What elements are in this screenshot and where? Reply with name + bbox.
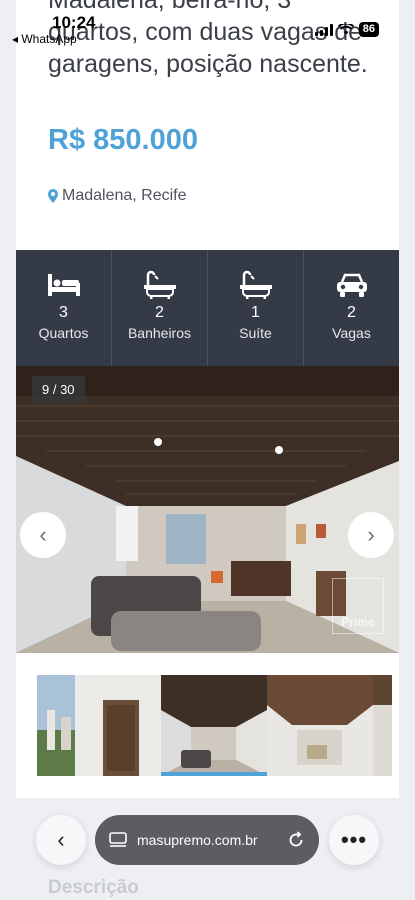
address-bar[interactable]: masupremo.com.br [95, 815, 319, 865]
bed-icon [47, 274, 80, 296]
thumbnail[interactable] [267, 675, 373, 776]
photo-gallery[interactable]: 9 / 30 ‹ › Prime [16, 366, 399, 653]
feature-value: 2 [347, 304, 356, 321]
feature-banheiros: 2 Banheiros [112, 250, 208, 366]
watermark-logo: Prime [332, 578, 384, 634]
battery-indicator: 86 [358, 22, 379, 37]
feature-value: 1 [251, 304, 260, 321]
feature-value: 2 [155, 304, 164, 321]
location-text: Madalena, Recife [62, 187, 187, 204]
thumbnail-image [81, 675, 161, 776]
signal-icon [314, 23, 333, 36]
feature-quartos: 3 Quartos [16, 250, 112, 366]
feature-suite: 1 Suíte [208, 250, 304, 366]
feature-label: Suíte [239, 325, 272, 341]
reload-icon[interactable] [287, 831, 305, 849]
car-icon [336, 273, 367, 297]
wifi-icon [337, 23, 354, 35]
status-bar: 10:24 ◂ WhatsApp 86 [0, 0, 415, 48]
thumbnail[interactable] [373, 675, 392, 776]
photo-counter: 9 / 30 [32, 376, 85, 403]
features-bar: 3 Quartos 2 Banheiros 1 Suíte 2 Vagas [16, 250, 399, 366]
status-icons: 86 [314, 22, 379, 37]
browser-toolbar: ‹ masupremo.com.br ••• [0, 810, 415, 870]
thumbnail-image [267, 675, 373, 776]
bathtub-icon [239, 270, 272, 299]
clock: 10:24 [52, 13, 96, 32]
map-pin-icon [48, 189, 58, 203]
feature-vagas: 2 Vagas [304, 250, 399, 366]
listing-location: Madalena, Recife [48, 187, 187, 205]
thumbnail-strip [37, 675, 392, 776]
feature-value: 3 [59, 304, 68, 321]
feature-label: Vagas [332, 325, 371, 341]
thumbnail-image [37, 675, 81, 776]
tab-icon [109, 832, 127, 847]
feature-label: Quartos [38, 325, 89, 341]
browser-back-button[interactable]: ‹ [36, 815, 86, 865]
next-photo-button[interactable]: › [348, 512, 394, 558]
description-heading: Descrição [48, 877, 139, 898]
thumbnail-active[interactable] [161, 675, 267, 776]
thumbnail-image [161, 675, 267, 776]
more-options-button[interactable]: ••• [329, 815, 379, 865]
thumbnail[interactable] [37, 675, 81, 776]
url-text: masupremo.com.br [137, 832, 258, 848]
thumbnail[interactable] [81, 675, 161, 776]
back-to-whatsapp-link[interactable]: ◂ WhatsApp [12, 32, 77, 46]
feature-label: Banheiros [127, 325, 192, 341]
listing-price: R$ 850.000 [48, 124, 198, 156]
thumbnail-image [373, 675, 392, 776]
bathtub-icon [143, 270, 176, 299]
prev-photo-button[interactable]: ‹ [20, 512, 66, 558]
